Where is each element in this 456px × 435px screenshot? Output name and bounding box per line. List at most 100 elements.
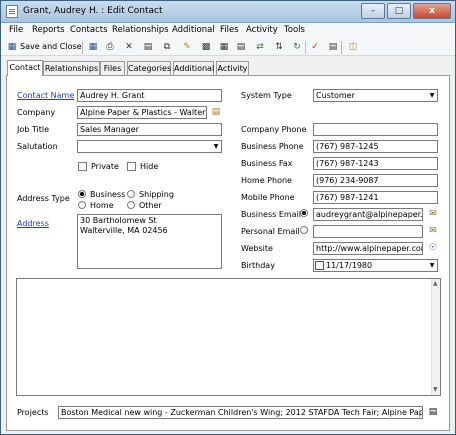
- menu-bar: File Reports Contacts Relationships Addi…: [1, 23, 455, 39]
- menu-reports[interactable]: Reports: [32, 25, 65, 35]
- home-phone-label: Home Phone: [241, 176, 292, 185]
- business-email-field[interactable]: audreygrant@alpinepaper.net: [313, 208, 423, 221]
- mobile-phone-field[interactable]: (767) 987-1241: [313, 191, 438, 204]
- projects-lookup-icon[interactable]: ▤: [426, 406, 440, 419]
- personal-email-field[interactable]: [313, 225, 423, 238]
- notes-scrollbar[interactable]: ▲ ▼: [431, 279, 440, 395]
- close-button[interactable]: x: [413, 3, 451, 19]
- report-icon[interactable]: ▤: [142, 41, 154, 53]
- tab-activity[interactable]: Activity: [216, 61, 249, 75]
- system-type-dropdown[interactable]: Customer ▼: [313, 89, 438, 102]
- scroll-down-icon[interactable]: ▼: [433, 386, 438, 393]
- print-icon[interactable]: ⎙: [104, 41, 116, 53]
- business-phone-field[interactable]: (767) 987-1245: [313, 140, 438, 153]
- address-type-business-label: Business: [90, 190, 126, 199]
- website-label: Website: [241, 244, 273, 253]
- business-fax-field[interactable]: (767) 987-1243: [313, 157, 438, 170]
- folder-icon[interactable]: ◫: [347, 41, 359, 53]
- attach-icon[interactable]: ▤: [327, 41, 339, 53]
- import-icon[interactable]: ⇄: [254, 41, 266, 53]
- title-bar: Grant, Audrey H. : Edit Contact – □ x: [1, 1, 455, 23]
- maximize-button[interactable]: □: [387, 3, 411, 19]
- toolbar-separator: [82, 41, 83, 54]
- address-line-2: Walterville, MA 02456: [80, 226, 168, 235]
- address-type-home-radio[interactable]: [78, 201, 86, 209]
- business-fax-label: Business Fax: [241, 159, 293, 168]
- company-phone-field[interactable]: [313, 123, 438, 136]
- address-field[interactable]: 30 Bartholomew St Walterville, MA 02456: [77, 214, 222, 269]
- menu-tools[interactable]: Tools: [284, 25, 305, 35]
- save-and-close-button[interactable]: Save and Close: [20, 42, 82, 51]
- address-type-home-label: Home: [90, 201, 114, 210]
- job-title-label: Job Title: [17, 125, 50, 134]
- private-checkbox[interactable]: [78, 162, 87, 171]
- website-field[interactable]: http://www.alpinepaper.com: [313, 242, 423, 255]
- business-email-radio[interactable]: [300, 209, 308, 217]
- export-icon[interactable]: ⇅: [273, 41, 285, 53]
- projects-label: Projects: [17, 408, 49, 417]
- menu-additional[interactable]: Additional: [172, 25, 215, 35]
- projects-field[interactable]: Boston Medical new wing - Zuckerman Chil…: [58, 406, 423, 419]
- scroll-up-icon[interactable]: ▲: [433, 280, 438, 287]
- chevron-down-icon[interactable]: ▼: [427, 260, 437, 271]
- tab-files[interactable]: Files: [100, 61, 125, 75]
- email-send-icon[interactable]: ✉: [426, 208, 440, 221]
- menu-activity[interactable]: Activity: [246, 25, 278, 35]
- address-type-shipping-label: Shipping: [139, 190, 174, 199]
- browser-globe-icon[interactable]: ☉: [426, 242, 440, 255]
- menu-contacts[interactable]: Contacts: [70, 25, 108, 35]
- chevron-down-icon[interactable]: ▼: [427, 90, 437, 101]
- birthday-date-picker[interactable]: 11/17/1980 ▼: [313, 259, 438, 272]
- menu-relationships[interactable]: Relationships: [112, 25, 169, 35]
- note-edit-icon[interactable]: ✎: [181, 41, 193, 53]
- address-type-business-radio[interactable]: [78, 190, 86, 198]
- company-phone-label: Company Phone: [241, 125, 307, 134]
- hide-checkbox[interactable]: [127, 162, 136, 171]
- address-link[interactable]: Address: [17, 219, 49, 228]
- notes-textarea[interactable]: ▲ ▼: [16, 278, 441, 396]
- business-email-label: Business Email: [241, 210, 302, 219]
- contact-list-icon[interactable]: ▩: [200, 41, 212, 53]
- job-title-field[interactable]: Sales Manager: [77, 123, 222, 136]
- refresh-icon[interactable]: ↻: [291, 41, 303, 53]
- company-lookup-icon[interactable]: ▤: [209, 106, 223, 119]
- toolbar: ▦ Save and Close ▦ ⎙ ✕ ▤ ⧉ ✎ ▩ ▦ ▤ ⇄ ⇅ ↻…: [1, 39, 455, 56]
- contact-name-link[interactable]: Contact Name: [17, 91, 74, 100]
- tab-contact[interactable]: Contact: [7, 60, 43, 76]
- tab-categories[interactable]: Categories: [127, 61, 171, 75]
- toolbar-separator-2: [305, 41, 306, 54]
- chevron-down-icon[interactable]: ▼: [211, 141, 221, 152]
- save-button-icon[interactable]: ▦: [87, 41, 99, 53]
- tab-relationships[interactable]: Relationships: [43, 61, 100, 75]
- hide-label: Hide: [140, 162, 159, 171]
- address-line-1: 30 Bartholomew St: [80, 216, 157, 225]
- save-icon: ▦: [7, 42, 17, 52]
- salutation-dropdown[interactable]: ▼: [77, 140, 222, 153]
- minimize-button[interactable]: –: [361, 3, 385, 19]
- window-title: Grant, Audrey H. : Edit Contact: [23, 6, 163, 16]
- home-phone-field[interactable]: (976) 234-9087: [313, 174, 438, 187]
- menu-file[interactable]: File: [9, 25, 23, 35]
- birthday-value: 11/17/1980: [326, 261, 373, 270]
- email-send-icon[interactable]: ✉: [426, 225, 440, 238]
- personal-email-label: Personal Email: [241, 227, 300, 236]
- company-field[interactable]: Alpine Paper & Plastics - Walterville: [77, 106, 207, 119]
- tab-additional[interactable]: Additional: [173, 61, 214, 75]
- address-type-label: Address Type: [17, 194, 70, 203]
- menu-files[interactable]: Files: [220, 25, 239, 35]
- address-type-other-label: Other: [139, 201, 162, 210]
- delete-icon[interactable]: ✕: [123, 41, 135, 53]
- personal-email-radio[interactable]: [300, 226, 308, 234]
- spellcheck-icon[interactable]: ✓: [309, 41, 321, 53]
- contact-panel: Contact Name Audrey H. Grant Company Alp…: [6, 75, 450, 431]
- contact-card-icon: [6, 5, 18, 18]
- address-type-shipping-radio[interactable]: [127, 190, 135, 198]
- toolbar-separator-3: [341, 41, 342, 54]
- address-type-other-radio[interactable]: [127, 201, 135, 209]
- document-icon[interactable]: ▤: [235, 41, 247, 53]
- group-icon[interactable]: ▦: [218, 41, 230, 53]
- system-type-label: System Type: [241, 91, 292, 100]
- system-type-value: Customer: [316, 91, 355, 100]
- copy-icon[interactable]: ⧉: [161, 41, 173, 53]
- contact-name-field[interactable]: Audrey H. Grant: [77, 89, 222, 102]
